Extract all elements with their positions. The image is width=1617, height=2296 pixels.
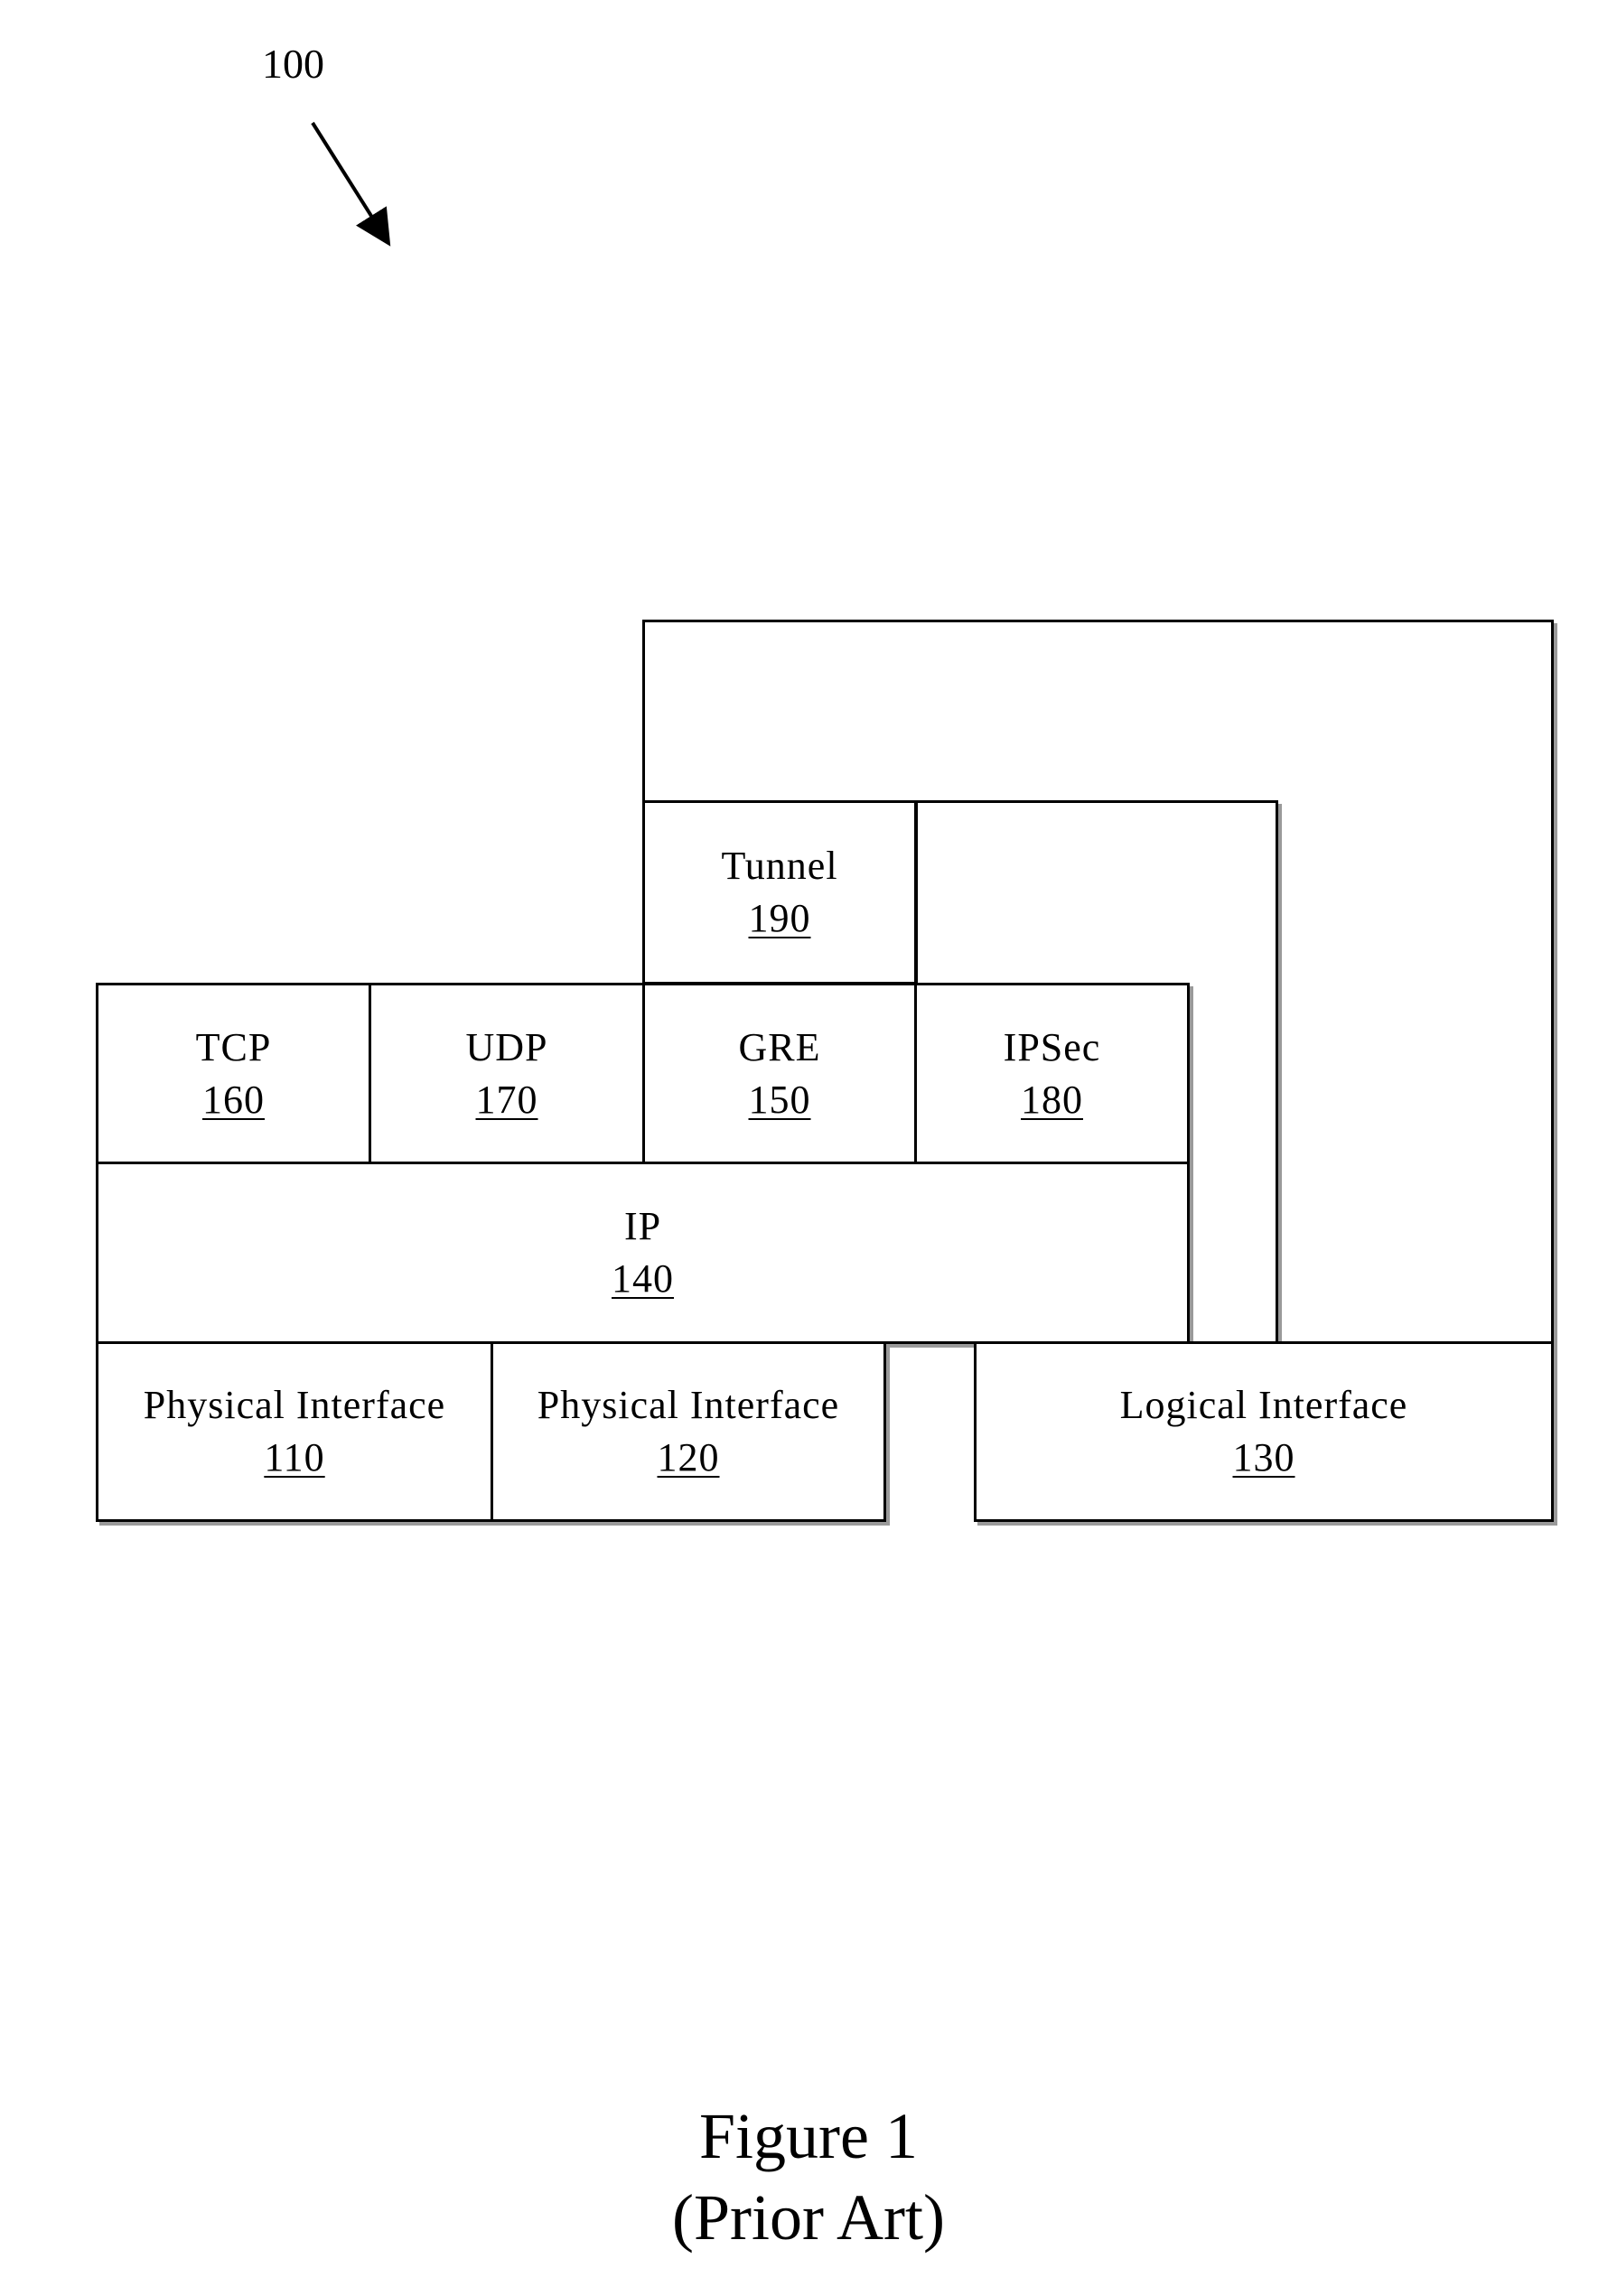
- logical-interface-130-ref: 130: [1232, 1435, 1295, 1479]
- tunnel-label: Tunnel 190: [642, 800, 917, 985]
- tcp-label: TCP 160: [96, 983, 371, 1164]
- reference-arrow-icon: [311, 121, 391, 247]
- tunnel-name: Tunnel: [721, 844, 838, 888]
- gre-ref: 150: [748, 1077, 811, 1122]
- logical-interface-130-label: Logical Interface 130: [974, 1341, 1554, 1522]
- physical-interface-110-ref: 110: [264, 1435, 325, 1479]
- tcp-ref: 160: [202, 1077, 265, 1122]
- gre-name: GRE: [738, 1024, 821, 1069]
- ip-ref: 140: [612, 1256, 674, 1301]
- udp-label: UDP 170: [369, 983, 645, 1164]
- udp-name: UDP: [465, 1024, 548, 1069]
- ipsec-ref: 180: [1021, 1077, 1083, 1122]
- physical-interface-120-name: Physical Interface: [537, 1383, 840, 1427]
- ip-name: IP: [623, 1204, 662, 1248]
- gre-label: GRE 150: [642, 983, 917, 1164]
- tcp-name: TCP: [195, 1024, 272, 1069]
- physical-interface-120-label: Physical Interface 120: [491, 1341, 886, 1522]
- physical-interface-110-name: Physical Interface: [143, 1383, 446, 1427]
- figure-caption-title: Figure 1: [699, 2100, 918, 2172]
- ip-label: IP 140: [96, 1162, 1190, 1344]
- figure-caption: Figure 1 (Prior Art): [0, 2095, 1617, 2258]
- ipsec-label: IPSec 180: [914, 983, 1190, 1164]
- ipsec-name: IPSec: [1003, 1024, 1101, 1069]
- udp-ref: 170: [475, 1077, 538, 1122]
- logical-interface-130-name: Logical Interface: [1119, 1383, 1408, 1427]
- physical-interface-120-ref: 120: [657, 1435, 720, 1479]
- tunnel-ref: 190: [748, 896, 811, 940]
- figure-caption-subtitle: (Prior Art): [672, 2181, 945, 2254]
- physical-interface-110-label: Physical Interface 110: [96, 1341, 493, 1522]
